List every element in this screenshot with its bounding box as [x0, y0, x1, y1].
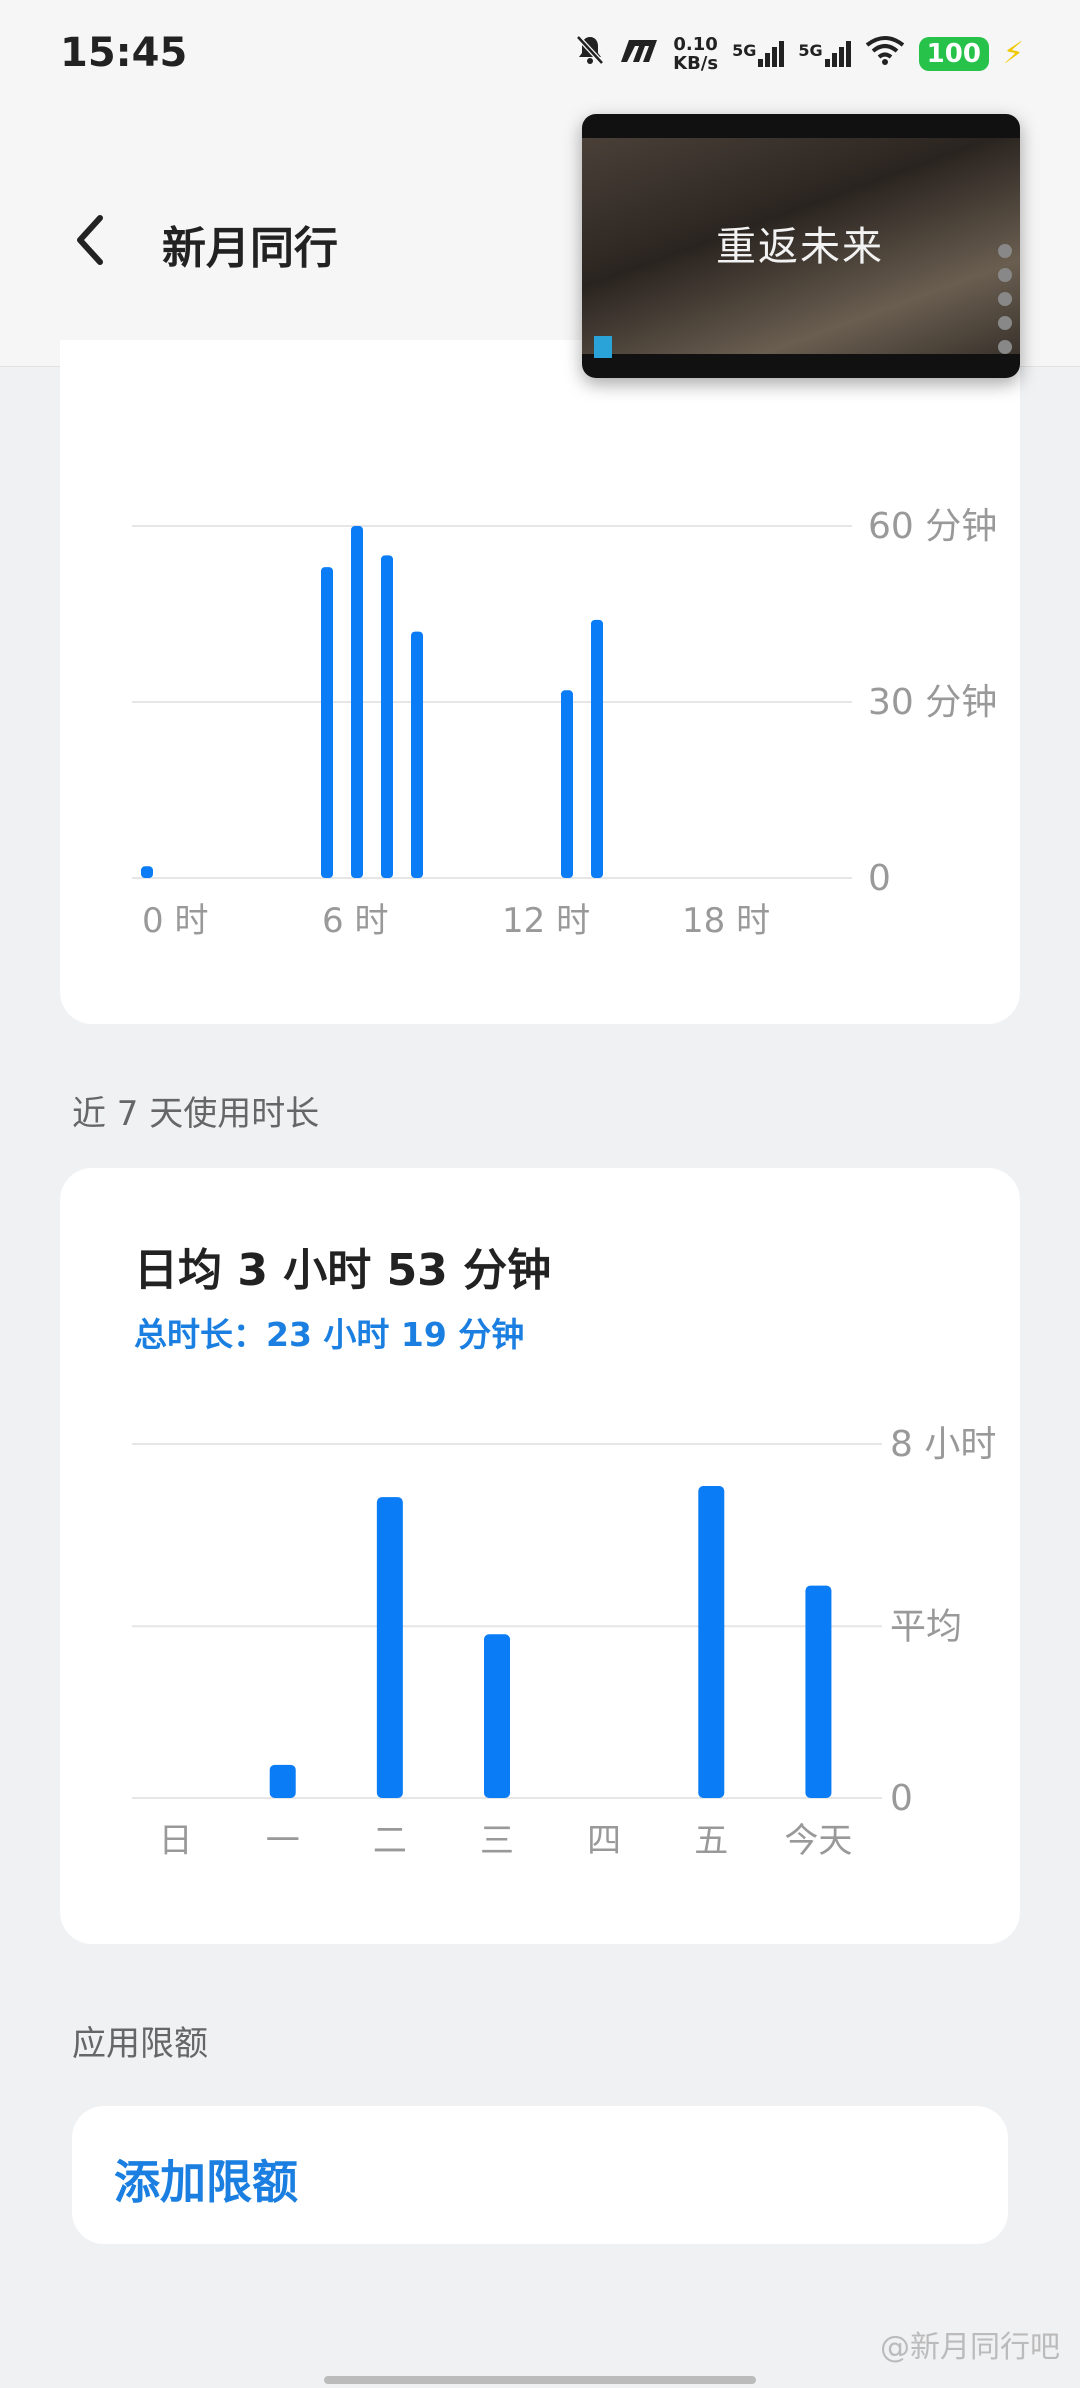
y-tick-label: 30 分钟: [868, 682, 997, 723]
home-indicator[interactable]: [324, 2376, 756, 2384]
bar-hour-9: [411, 631, 423, 878]
signal-sim2-icon: 5G: [798, 40, 851, 67]
hourly-usage-card: 60 分钟 30 分钟 0 0 时 6 时 12 时 18 时: [60, 340, 1020, 1024]
limit-section-label: 应用限额: [72, 2024, 208, 2064]
bar-day-3: [484, 1634, 510, 1798]
hourly-usage-chart: 60 分钟 30 分钟 0 0 时 6 时 12 时 18 时: [132, 506, 997, 941]
x-tick-label: 二: [373, 1821, 407, 1861]
x-tick-label: 12 时: [502, 901, 590, 941]
pip-controls: [998, 244, 1012, 354]
bar-hour-15: [591, 619, 603, 878]
weekly-usage-chart: 8 小时平均 0 日 一 二 三 四 五 今天: [132, 1424, 996, 1861]
y-tick-label: 8 小时: [890, 1424, 996, 1465]
y-tick-label: 平均: [890, 1606, 962, 1647]
x-tick-label: 三: [480, 1821, 514, 1861]
weekly-usage-card: 日均 3 小时 53 分钟 总时长：23 小时 19 分钟 8 小时 平均 0 日一二…: [60, 1168, 1020, 1944]
weekly-section-label: 近 7 天使用时长: [72, 1094, 320, 1134]
bar-hour-8: [381, 555, 393, 878]
app-m-icon: [619, 36, 659, 71]
battery-indicator: 100: [918, 36, 989, 71]
x-tick-label: 今天: [784, 1821, 852, 1861]
y-tick-label: 60 分钟: [868, 506, 997, 547]
x-tick-label: 五: [694, 1821, 728, 1861]
bar-day-5: [698, 1486, 725, 1798]
bar-hour-6: [321, 567, 333, 878]
net-speed: 0.10 KB/s: [673, 33, 719, 74]
bar-hour-14: [561, 690, 573, 878]
add-limit-card[interactable]: 添加限额: [72, 2106, 1008, 2244]
back-button[interactable]: [70, 210, 110, 270]
charging-bolt-icon: ⚡: [1002, 36, 1024, 71]
pip-video-window[interactable]: 重返未来: [582, 114, 1020, 378]
y-tick-label: 0: [868, 858, 891, 899]
signal-sim1-icon: 5G: [732, 40, 785, 67]
status-bar: 15:45 0.10 KB/s 5G 5G 100 ⚡: [0, 0, 1080, 118]
bar-day-1: [269, 1764, 296, 1798]
x-tick-label: 四: [587, 1821, 621, 1861]
add-limit-button[interactable]: 添加限额: [114, 2146, 298, 2212]
status-icons: 0.10 KB/s 5G 5G 100 ⚡: [575, 34, 1024, 73]
wifi-icon: [865, 35, 905, 72]
bar-hour-0: [141, 866, 153, 878]
x-tick-label: 6 时: [322, 901, 388, 941]
x-tick-label: 日: [159, 1821, 193, 1861]
page-title: 新月同行: [162, 223, 338, 274]
watermark: @新月同行吧: [880, 2330, 1060, 2365]
bar-hour-7: [351, 526, 363, 878]
x-tick-label: 0 时: [142, 901, 208, 941]
pip-caption: 重返未来: [716, 224, 884, 270]
bar-day-2: [376, 1497, 403, 1798]
bar-day-6: [805, 1585, 832, 1798]
y-tick-label: 0: [890, 1778, 913, 1819]
status-time: 15:45: [60, 30, 188, 76]
mute-bell-icon: [575, 34, 605, 73]
x-tick-label: 18 时: [682, 901, 770, 941]
chevron-left-icon: [77, 215, 103, 265]
x-tick-label: 一: [266, 1821, 300, 1861]
pip-app-icon: [594, 336, 612, 358]
